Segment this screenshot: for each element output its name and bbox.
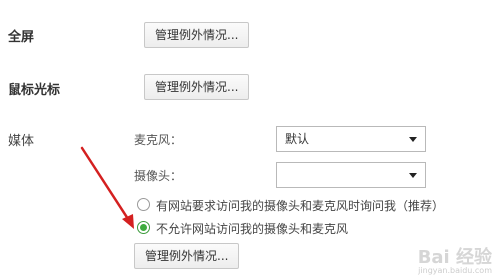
baidu-watermark-url: jingyan.baidu.com	[418, 266, 492, 275]
annotation-arrow-icon	[80, 146, 134, 229]
content-settings-page: 全屏 管理例外情况... 鼠标光标 管理例外情况... 媒体 麦克风： 默认 摄…	[0, 0, 500, 275]
